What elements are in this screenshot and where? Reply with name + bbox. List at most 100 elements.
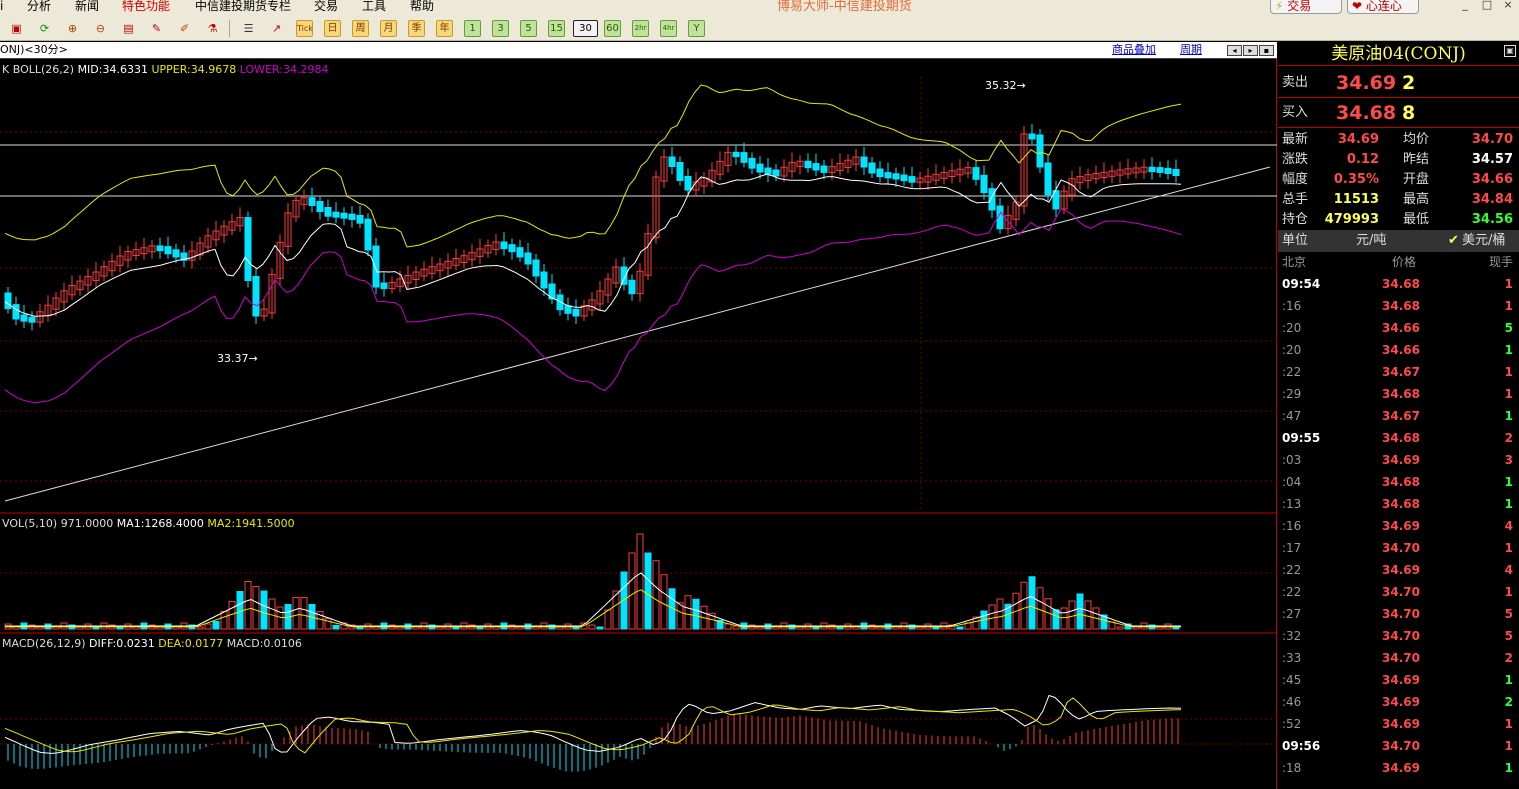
period-custom[interactable]: Y: [688, 20, 705, 37]
menu-features[interactable]: 特色功能: [122, 0, 170, 13]
zoom-out-icon[interactable]: ⊖: [92, 20, 109, 37]
trade-volume: 3: [1504, 453, 1513, 467]
period-4hr[interactable]: 4hr: [660, 20, 677, 37]
volume-title: VOL(5,10): [2, 517, 58, 530]
trade-row: :29 34.68 1: [1278, 383, 1519, 405]
trade-time: :22: [1282, 563, 1302, 577]
stat-value: 34.57: [1471, 152, 1513, 167]
period-3min[interactable]: 3: [492, 20, 509, 37]
menu-help[interactable]: 帮助: [410, 0, 434, 13]
volume-value: 971.0000: [60, 517, 114, 530]
chart-restore-button[interactable]: ▪: [1259, 45, 1274, 56]
period-year[interactable]: 年: [436, 20, 453, 37]
panel-toggle-icon[interactable]: ▣: [1504, 45, 1516, 57]
trade-volume: 1: [1504, 343, 1513, 357]
app-menu-icon[interactable]: ▣: [8, 20, 25, 37]
candle-body: [732, 151, 740, 158]
stat-label: 总手: [1282, 192, 1309, 207]
period-1min[interactable]: 1: [464, 20, 481, 37]
period-quarter[interactable]: 季: [408, 20, 425, 37]
trade-price: 34.66: [1382, 321, 1420, 335]
candle-body: [628, 279, 636, 295]
trades-price-header: 价格: [1392, 255, 1417, 269]
candle-body: [316, 201, 324, 212]
filter-icon[interactable]: ⚗: [204, 20, 221, 37]
menu-news[interactable]: 新闻: [75, 0, 99, 13]
scroll-right-button[interactable]: ▸: [1243, 45, 1258, 56]
period-week[interactable]: 周: [352, 20, 369, 37]
period-5min[interactable]: 5: [520, 20, 537, 37]
period-30min[interactable]: 30: [573, 20, 598, 37]
volume-bar: [324, 618, 332, 630]
trend-line: [4, 166, 1271, 502]
trade-button[interactable]: ⚡ 交易: [1270, 0, 1342, 14]
period-2hr[interactable]: 2hr: [632, 20, 649, 37]
menu-trade[interactable]: 交易: [314, 0, 338, 13]
ask-row: 卖出 34.69 2: [1278, 70, 1519, 96]
trade-row: :16 34.69 4: [1278, 515, 1519, 537]
candle-body: [764, 167, 772, 175]
candle-body: [500, 241, 508, 250]
menu-analysis[interactable]: 分析: [27, 0, 51, 13]
candle-body: [524, 252, 532, 265]
chart-area[interactable]: K BOLL(26,2) MID:34.6331 UPPER:34.9678 L…: [0, 59, 1277, 789]
candle-body: [308, 197, 316, 207]
maximize-button[interactable]: □: [1477, 0, 1497, 12]
trade-time: :03: [1282, 453, 1302, 467]
macd-diff-line: [4, 694, 1182, 754]
candle-body: [1156, 167, 1164, 173]
period-15min[interactable]: 15: [548, 20, 565, 37]
period-60min[interactable]: 60: [604, 20, 621, 37]
refresh-icon[interactable]: ⟳: [36, 20, 53, 37]
volume-bar: [644, 552, 652, 630]
table-icon[interactable]: ☰: [240, 20, 257, 37]
draw-pen-icon[interactable]: ✎: [148, 20, 165, 37]
kline-chart[interactable]: [0, 59, 1277, 789]
minimize-button[interactable]: _: [1455, 0, 1475, 12]
candle-body: [244, 217, 252, 282]
trade-row: :45 34.69 1: [1278, 669, 1519, 691]
trade-volume: 2: [1504, 431, 1513, 445]
volume-bar: [724, 623, 732, 630]
period-link[interactable]: 周期: [1180, 42, 1202, 58]
window-icon[interactable]: ▤: [120, 20, 137, 37]
menu-broker-column[interactable]: 中信建投期货专栏: [195, 0, 291, 13]
menu-tools[interactable]: 工具: [362, 0, 386, 13]
menu-cut-item[interactable]: i: [0, 0, 3, 13]
candle-body: [684, 176, 692, 191]
scroll-left-button[interactable]: ◂: [1227, 45, 1242, 56]
trade-row: :46 34.69 2: [1278, 691, 1519, 713]
candle-body: [1028, 133, 1036, 140]
stat-row: 幅度 0.35% 开盘 34.66: [1278, 170, 1519, 190]
macd-legend: MACD(26,12,9) DIFF:0.0231 DEA:0.0177 MAC…: [2, 637, 302, 651]
tick-button[interactable]: Tick: [296, 20, 313, 37]
volume-bar: [332, 625, 340, 630]
unit-usd-option[interactable]: 美元/桶: [1462, 230, 1505, 252]
trade-row: :22 34.69 4: [1278, 559, 1519, 581]
brush-icon[interactable]: ✐: [176, 20, 193, 37]
unit-cny-option[interactable]: 元/吨: [1356, 230, 1386, 252]
overlay-link[interactable]: 商品叠加: [1112, 42, 1156, 58]
period-month[interactable]: 月: [380, 20, 397, 37]
stat-label: 开盘: [1403, 172, 1430, 187]
stat-value: 479993: [1324, 212, 1379, 227]
line-chart-icon[interactable]: ↗: [268, 20, 285, 37]
close-button[interactable]: ×: [1498, 0, 1518, 12]
trade-row: :20 34.66 5: [1278, 317, 1519, 339]
trade-time: :16: [1282, 519, 1302, 533]
trade-row: :04 34.68 1: [1278, 471, 1519, 493]
candle-body: [348, 213, 356, 220]
trade-price: 34.68: [1382, 299, 1420, 313]
heart-connect-button[interactable]: ❤ 心连心: [1347, 0, 1419, 14]
high-price-marker: 35.32→: [985, 79, 1026, 92]
trade-volume: 1: [1504, 365, 1513, 379]
trade-volume: 5: [1504, 607, 1513, 621]
boll-upper-value: UPPER:34.9678: [151, 63, 237, 76]
zoom-in-icon[interactable]: ⊕: [64, 20, 81, 37]
candle-body: [1036, 134, 1044, 168]
stat-label: 最新: [1282, 132, 1309, 147]
toolbar: ▣ ⟳ ⊕ ⊖ ▤ ✎ ✐ ⚗ ☰ ↗ Tick 日 周 月 季 年 1 3 5…: [0, 14, 1519, 41]
candle-body: [748, 157, 756, 169]
period-day[interactable]: 日: [324, 20, 341, 37]
candle-body: [4, 292, 12, 310]
